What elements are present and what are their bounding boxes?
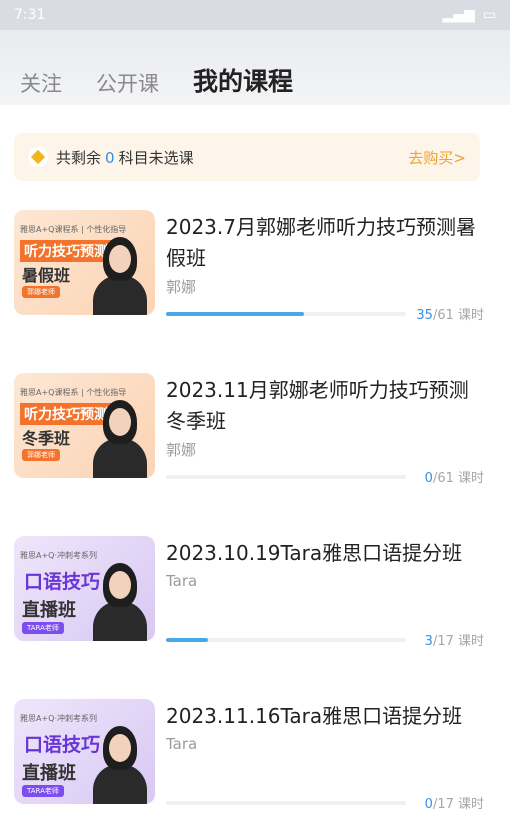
- course-teacher: Tara: [166, 572, 198, 590]
- progress-bar: [166, 312, 406, 316]
- buy-link[interactable]: 去购买>: [408, 147, 466, 168]
- course-thumbnail[interactable]: 雅思A+Q课程系 | 个性化指导 听力技巧预测 冬季班 郭娜老师: [14, 373, 155, 478]
- thumb-subtitle: 直播班: [22, 600, 76, 621]
- status-icons: ▂▄▆ ▭: [442, 7, 496, 23]
- thumb-series: 雅思A+Q·冲刺考系列: [20, 551, 98, 560]
- status-bar: 7:31 ▂▄▆ ▭: [0, 0, 510, 30]
- thumb-subtitle: 直播班: [22, 763, 76, 784]
- lessons-total: /17 课时: [432, 797, 484, 812]
- lessons-total: /61 课时: [432, 471, 484, 486]
- teacher-photo: [91, 722, 149, 804]
- course-title[interactable]: 2023.7月郭娜老师听力技巧预测暑假班: [166, 212, 484, 274]
- lessons-done: 3: [424, 634, 433, 649]
- status-time: 7:31: [14, 7, 46, 23]
- thumb-teacher-tag: 郭娜老师: [22, 286, 60, 298]
- progress-bar: [166, 638, 406, 642]
- course-item[interactable]: 雅思A+Q课程系 | 个性化指导 听力技巧预测 冬季班 郭娜老师 2023.11…: [14, 373, 484, 513]
- banner-count: 0: [105, 148, 115, 167]
- lessons-done: 35: [416, 308, 433, 323]
- course-item[interactable]: 雅思A+Q·冲刺考系列 口语技巧 直播班 TARA老师 2023.10.19Ta…: [14, 536, 484, 676]
- progress-bar: [166, 475, 406, 479]
- diamond-icon: [28, 147, 48, 167]
- course-item[interactable]: 雅思A+Q课程系 | 个性化指导 听力技巧预测 暑假班 郭娜老师 2023.7月…: [14, 210, 484, 350]
- course-title[interactable]: 2023.11.16Tara雅思口语提分班: [166, 701, 484, 732]
- course-teacher: 郭娜: [166, 441, 197, 459]
- progress-text: 3/17 课时: [425, 630, 484, 649]
- thumb-teacher-tag: TARA老师: [22, 785, 64, 797]
- course-thumbnail[interactable]: 雅思A+Q·冲刺考系列 口语技巧 直播班 TARA老师: [14, 536, 155, 641]
- course-item[interactable]: 雅思A+Q·冲刺考系列 口语技巧 直播班 TARA老师 2023.11.16Ta…: [14, 699, 484, 821]
- battery-icon: ▭: [482, 7, 496, 23]
- thumb-subtitle: 暑假班: [22, 266, 71, 285]
- tab-my-courses[interactable]: 我的课程: [193, 62, 293, 98]
- course-teacher: Tara: [166, 735, 198, 753]
- tab-public-course[interactable]: 公开课: [96, 68, 159, 98]
- banner-prefix: 共剩余: [56, 148, 102, 167]
- thumb-series: 雅思A+Q·冲刺考系列: [20, 714, 98, 723]
- course-teacher: 郭娜: [166, 278, 197, 296]
- thumb-subtitle: 冬季班: [22, 429, 71, 448]
- lessons-total: /17 课时: [432, 634, 484, 649]
- progress-text: 0/61 课时: [425, 467, 484, 486]
- lessons-done: 0: [424, 471, 433, 486]
- tab-follow[interactable]: 关注: [20, 68, 62, 98]
- banner-message: 共剩余 0 科目未选课: [56, 147, 194, 168]
- lessons-total: /61 课时: [432, 308, 484, 323]
- progress-bar: [166, 801, 406, 805]
- progress-fill: [166, 638, 209, 642]
- thumb-teacher-tag: TARA老师: [22, 622, 64, 634]
- thumb-teacher-tag: 郭娜老师: [22, 449, 60, 461]
- course-title[interactable]: 2023.10.19Tara雅思口语提分班: [166, 538, 484, 569]
- course-title[interactable]: 2023.11月郭娜老师听力技巧预测冬季班: [166, 375, 484, 437]
- lessons-done: 0: [424, 797, 433, 812]
- signal-icon: ▂▄▆: [442, 7, 475, 23]
- course-thumbnail[interactable]: 雅思A+Q·冲刺考系列 口语技巧 直播班 TARA老师: [14, 699, 155, 804]
- tab-bar: 关注 公开课 我的课程: [20, 62, 293, 98]
- progress-fill: [166, 312, 304, 316]
- progress-text: 0/17 课时: [425, 793, 484, 812]
- banner-suffix: 科目未选课: [118, 148, 194, 167]
- progress-text: 35/61 课时: [416, 304, 484, 323]
- teacher-photo: [91, 396, 149, 478]
- unselected-subjects-banner: 共剩余 0 科目未选课 去购买>: [14, 133, 480, 181]
- course-thumbnail[interactable]: 雅思A+Q课程系 | 个性化指导 听力技巧预测 暑假班 郭娜老师: [14, 210, 155, 315]
- teacher-photo: [91, 233, 149, 315]
- teacher-photo: [91, 559, 149, 641]
